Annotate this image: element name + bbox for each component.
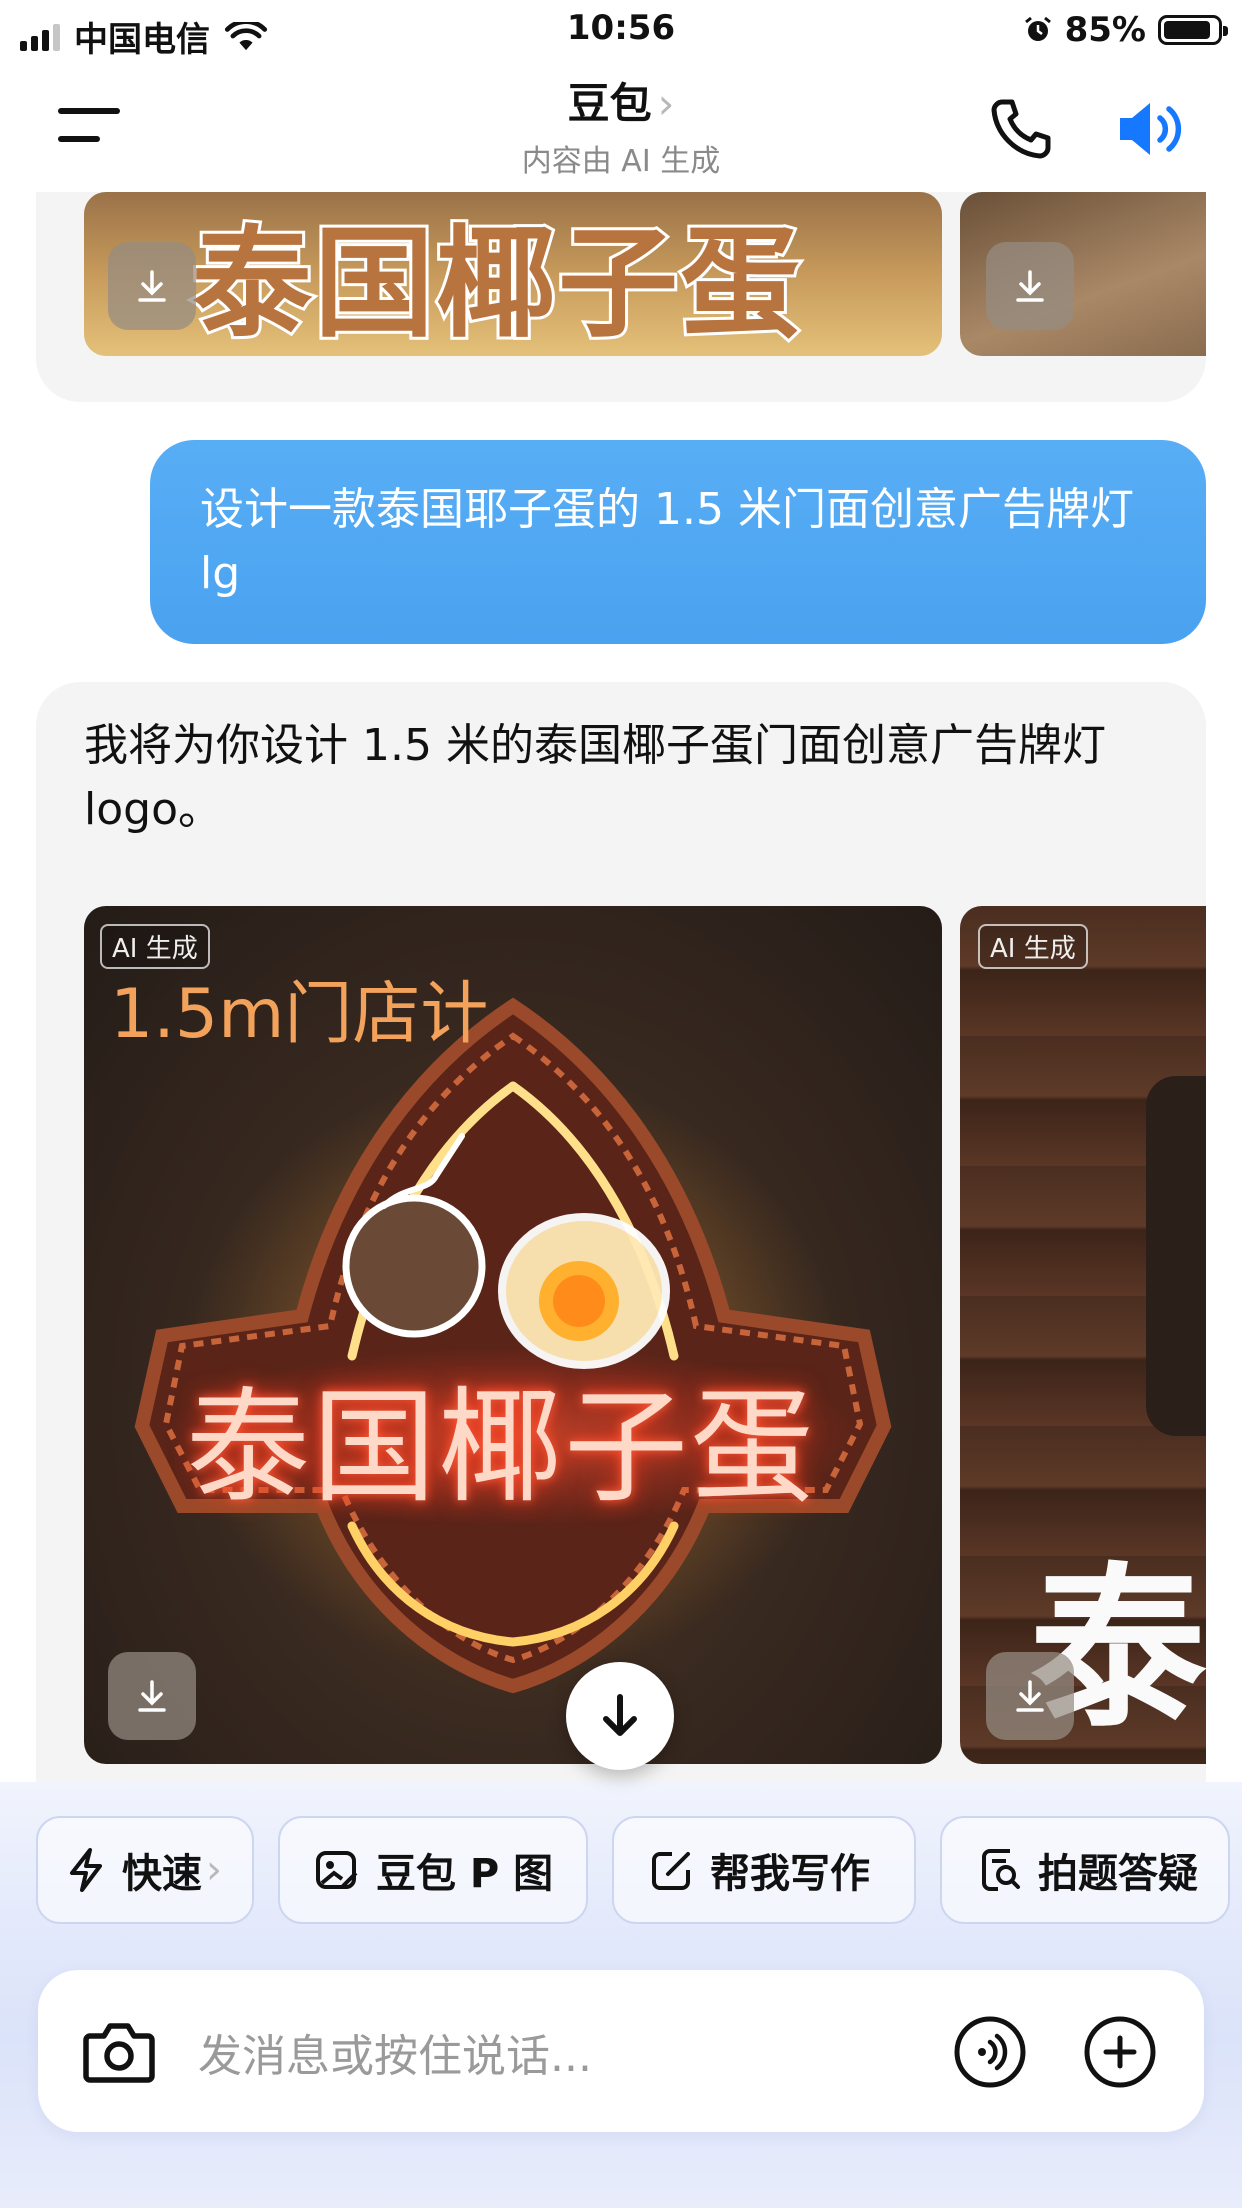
generated-image-2[interactable]: 泰 AI 生成: [960, 906, 1206, 1764]
chip-image-edit-label: 豆包 P 图: [376, 1851, 554, 1897]
chip-quick[interactable]: 快速 ›: [36, 1816, 254, 1924]
add-attachment-button[interactable]: [1082, 2014, 1158, 2090]
bottom-panel: 快速 › 豆包 P 图 帮我写作 拍题答疑 发消息或按住说话...: [0, 1782, 1242, 2208]
status-bar: 中国电信 10:56 85%: [0, 0, 1242, 62]
battery-icon: [1158, 15, 1228, 45]
arrow-down-icon: [603, 1694, 637, 1736]
ai-generated-notice: 内容由 AI 生成: [521, 144, 721, 179]
previous-image-2[interactable]: [960, 192, 1206, 356]
image-decor-dark: [1146, 1076, 1206, 1436]
download-button[interactable]: [108, 1652, 196, 1740]
user-message-bubble[interactable]: 设计一款泰国耶子蛋的 1.5 米门面创意广告牌灯 lg: [150, 440, 1206, 644]
camera-button[interactable]: [82, 2016, 156, 2086]
message-input[interactable]: 发消息或按住说话...: [198, 2020, 592, 2084]
chat-header: 豆包 › 内容由 AI 生成: [0, 62, 1242, 192]
user-message-text: 设计一款泰国耶子蛋的 1.5 米门面创意广告牌灯 lg: [200, 484, 1134, 599]
battery-percentage: 85%: [1064, 10, 1146, 50]
chip-image-edit[interactable]: 豆包 P 图: [278, 1816, 588, 1924]
chip-writing-label: 帮我写作: [710, 1851, 870, 1897]
chip-chevron-icon: ›: [206, 1847, 222, 1893]
voice-call-button[interactable]: [952, 2014, 1028, 2090]
download-icon: [1016, 1680, 1044, 1712]
chip-quick-label: 快速: [122, 1851, 202, 1897]
title-text: 豆包: [567, 79, 652, 128]
generated-image-1[interactable]: 泰国椰子蛋 AI 生成 1.5m门店计: [84, 906, 942, 1764]
message-composer: 发消息或按住说话...: [38, 1970, 1204, 2132]
download-button[interactable]: [986, 1652, 1074, 1740]
image-edit-icon: [316, 1851, 358, 1889]
download-icon: [1016, 270, 1044, 302]
chip-photo-question[interactable]: 拍题答疑: [940, 1816, 1230, 1924]
previous-image-1[interactable]: 泰国椰子蛋: [84, 192, 942, 356]
phone-call-button[interactable]: [988, 96, 1054, 162]
title-chevron-icon: ›: [657, 79, 675, 128]
neon-sign-text: 泰国椰子蛋: [186, 1376, 817, 1520]
pen-square-icon: [652, 1852, 690, 1890]
download-icon: [138, 270, 166, 302]
status-right: 85%: [1023, 10, 1228, 50]
chip-writing[interactable]: 帮我写作: [612, 1816, 916, 1924]
alarm-icon: [1024, 16, 1051, 41]
download-icon: [138, 1680, 166, 1712]
download-button[interactable]: [108, 242, 196, 330]
page-title[interactable]: 豆包 ›: [0, 70, 1242, 131]
scroll-to-bottom-button[interactable]: [566, 1662, 674, 1770]
chip-photo-question-label: 拍题答疑: [1038, 1851, 1198, 1897]
previous-image-title: 泰国椰子蛋: [189, 212, 803, 356]
lightning-icon: [70, 1848, 102, 1892]
document-search-icon: [982, 1849, 1020, 1891]
download-button[interactable]: [986, 242, 1074, 330]
ai-generated-tag: AI 生成: [978, 924, 1088, 969]
image-caption: 1.5m门店计: [110, 975, 489, 1054]
ai-response-text: 我将为你设计 1.5 米的泰国椰子蛋门面创意广告牌灯 logo。: [84, 720, 1106, 835]
speaker-button[interactable]: [1116, 98, 1186, 160]
